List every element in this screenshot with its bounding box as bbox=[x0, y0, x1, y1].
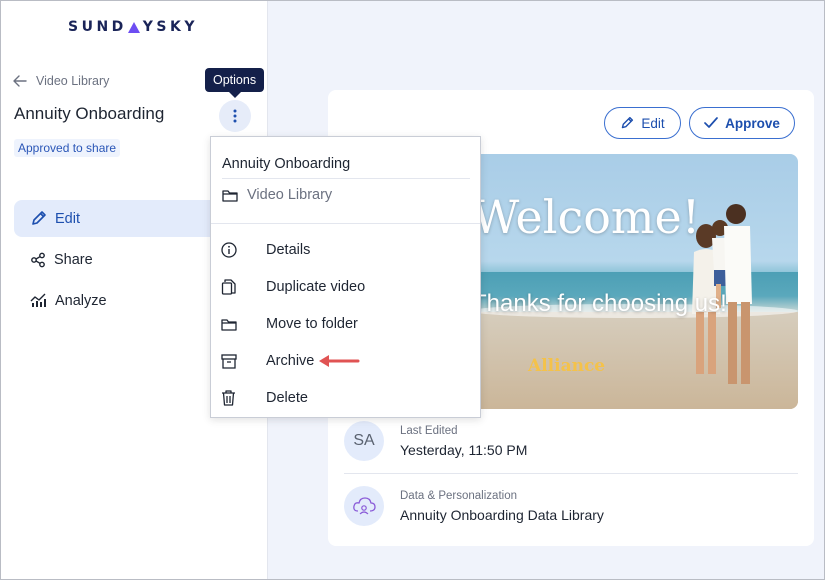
arrow-left-icon bbox=[13, 75, 27, 87]
menu-item-details-label: Details bbox=[266, 242, 311, 258]
nav-edit-label: Edit bbox=[55, 210, 80, 227]
menu-folder-location: Video Library bbox=[222, 187, 332, 203]
folder-icon bbox=[221, 318, 237, 331]
sundaysky-logo: SUND YSKY bbox=[68, 19, 198, 35]
last-edited-label: Last Edited bbox=[400, 424, 458, 437]
trash-icon bbox=[222, 390, 235, 406]
video-title: Annuity Onboarding bbox=[14, 104, 165, 123]
menu-item-delete-label: Delete bbox=[266, 390, 308, 406]
data-library-label: Data & Personalization bbox=[400, 489, 517, 502]
data-library-value: Annuity Onboarding Data Library bbox=[400, 506, 604, 523]
cloud-person-icon bbox=[353, 497, 376, 515]
logo-text-start: SUND bbox=[68, 19, 127, 35]
thumbnail-headline: Welcome! bbox=[472, 190, 701, 244]
checkmark-icon bbox=[704, 117, 718, 128]
last-edited-row: SA Last Edited Yesterday, 11:50 PM bbox=[344, 411, 798, 471]
avatar: SA bbox=[344, 421, 384, 461]
options-menu: Annuity Onboarding Video Library Details… bbox=[210, 136, 481, 418]
approve-button[interactable]: Approve bbox=[689, 107, 795, 139]
info-icon bbox=[221, 242, 237, 258]
edit-button-label: Edit bbox=[641, 115, 665, 131]
pencil-icon bbox=[32, 211, 46, 225]
meta-divider bbox=[344, 473, 798, 474]
options-button[interactable] bbox=[219, 100, 251, 132]
more-vertical-icon bbox=[233, 109, 237, 123]
back-to-video-library-link[interactable]: Video Library bbox=[13, 74, 109, 88]
duplicate-icon bbox=[221, 279, 236, 295]
menu-video-title: Annuity Onboarding bbox=[222, 156, 351, 172]
menu-item-archive-label: Archive bbox=[266, 353, 315, 369]
pencil-icon bbox=[622, 116, 634, 129]
menu-item-duplicate-video[interactable]: Duplicate video bbox=[211, 272, 480, 302]
video-thumbnail[interactable]: Welcome! Thanks for choosing us! Allianc… bbox=[470, 154, 798, 409]
menu-item-move-label: Move to folder bbox=[266, 316, 358, 332]
folder-icon bbox=[222, 189, 238, 202]
menu-folder-label: Video Library bbox=[247, 187, 333, 203]
edit-button[interactable]: Edit bbox=[604, 107, 681, 139]
menu-item-delete[interactable]: Delete bbox=[211, 383, 480, 413]
options-tooltip: Options bbox=[205, 68, 265, 98]
annotation-arrow-icon bbox=[319, 355, 360, 367]
approve-button-label: Approve bbox=[725, 115, 780, 131]
analyze-chart-icon bbox=[30, 293, 46, 307]
thumbnail-subline: Thanks for choosing us! bbox=[472, 290, 727, 317]
archive-icon bbox=[221, 353, 237, 369]
last-edited-value: Yesterday, 11:50 PM bbox=[400, 441, 528, 458]
share-icon bbox=[31, 252, 45, 267]
nav-share-label: Share bbox=[54, 251, 93, 268]
menu-item-details[interactable]: Details bbox=[211, 235, 480, 265]
data-library-row[interactable]: Data & Personalization Annuity Onboardin… bbox=[344, 476, 798, 536]
menu-divider bbox=[211, 223, 480, 224]
menu-item-move-to-folder[interactable]: Move to folder bbox=[211, 309, 480, 339]
menu-item-duplicate-label: Duplicate video bbox=[266, 279, 366, 295]
back-link-label: Video Library bbox=[36, 74, 110, 88]
data-library-avatar bbox=[344, 486, 384, 526]
status-badge: Approved to share bbox=[14, 139, 121, 157]
menu-divider bbox=[222, 178, 470, 179]
logo-text-end: YSKY bbox=[142, 19, 199, 35]
nav-analyze-label: Analyze bbox=[55, 292, 107, 309]
thumbnail-brand: Alliance bbox=[528, 356, 606, 376]
logo-triangle-icon bbox=[127, 21, 140, 33]
